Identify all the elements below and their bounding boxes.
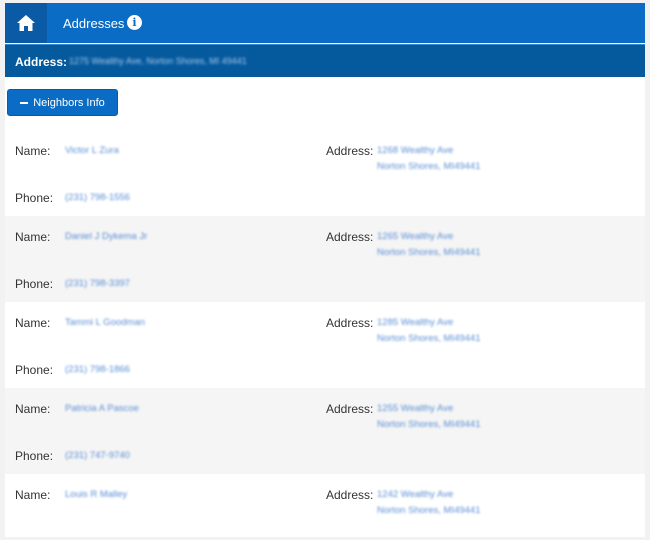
address-label: Address: bbox=[326, 144, 374, 158]
neighbor-name[interactable]: Patricia A Pascoe bbox=[65, 403, 139, 414]
neighbor-name[interactable]: Daniel J Dykema Jr bbox=[65, 231, 147, 242]
phone-label: Phone: bbox=[15, 363, 54, 377]
minus-icon bbox=[20, 101, 29, 104]
address-label: Address: bbox=[326, 488, 374, 502]
neighbor-phone[interactable]: (231) 798-3397 bbox=[65, 278, 130, 289]
neighbor-name[interactable]: Louis R Malley bbox=[65, 489, 127, 500]
phone-label: Phone: bbox=[15, 449, 54, 463]
neighbor-street[interactable]: 1285 Wealthy Ave bbox=[377, 317, 453, 328]
neighbor-phone[interactable]: (231) 798-1556 bbox=[65, 192, 130, 203]
neighbors-info-label: Neighbors Info bbox=[33, 96, 105, 109]
phone-label: Phone: bbox=[15, 277, 54, 291]
name-label: Name: bbox=[15, 230, 51, 244]
neighbor-street[interactable]: 1268 Wealthy Ave bbox=[377, 145, 453, 156]
info-icon[interactable]: i bbox=[127, 15, 142, 30]
address-label: Address: bbox=[326, 402, 374, 416]
neighbors-info-button[interactable]: Neighbors Info bbox=[7, 89, 118, 116]
neighbor-phone[interactable]: (231) 747-9740 bbox=[65, 450, 130, 461]
name-label: Name: bbox=[15, 316, 51, 330]
neighbor-row: Name: Daniel J Dykema Jr Address: 1265 W… bbox=[5, 216, 645, 302]
name-label: Name: bbox=[15, 402, 51, 416]
page-title: Addresses bbox=[63, 16, 125, 31]
home-icon bbox=[17, 15, 35, 31]
neighbor-city[interactable]: Norton Shores, MI49441 bbox=[377, 161, 481, 172]
neighbor-row: Name: Tammi L Goodman Address: 1285 Weal… bbox=[5, 302, 645, 388]
top-bar: Addresses i bbox=[5, 3, 645, 43]
app-frame: Addresses i Address: 1275 Wealthy Ave, N… bbox=[5, 3, 645, 537]
neighbor-row: Name: Louis R Malley Address: 1242 Wealt… bbox=[5, 474, 645, 537]
neighbor-name[interactable]: Tammi L Goodman bbox=[65, 317, 145, 328]
address-value: 1275 Wealthy Ave, Norton Shores, MI 4944… bbox=[69, 56, 247, 66]
neighbors-list: Name: Victor L Zura Address: 1268 Wealth… bbox=[5, 130, 645, 537]
neighbor-street[interactable]: 1265 Wealthy Ave bbox=[377, 231, 453, 242]
neighbor-row: Name: Patricia A Pascoe Address: 1255 We… bbox=[5, 388, 645, 474]
neighbor-name[interactable]: Victor L Zura bbox=[65, 145, 119, 156]
neighbor-city[interactable]: Norton Shores, MI49441 bbox=[377, 505, 481, 516]
neighbor-row: Name: Victor L Zura Address: 1268 Wealth… bbox=[5, 130, 645, 216]
address-label: Address: bbox=[326, 316, 374, 330]
neighbor-city[interactable]: Norton Shores, MI49441 bbox=[377, 247, 481, 258]
name-label: Name: bbox=[15, 488, 51, 502]
neighbor-phone[interactable]: (231) 798-1866 bbox=[65, 364, 130, 375]
neighbor-street[interactable]: 1242 Wealthy Ave bbox=[377, 489, 453, 500]
neighbor-city[interactable]: Norton Shores, MI49441 bbox=[377, 333, 481, 344]
neighbor-street[interactable]: 1255 Wealthy Ave bbox=[377, 403, 453, 414]
address-label: Address: bbox=[15, 55, 68, 69]
address-label: Address: bbox=[326, 230, 374, 244]
phone-label: Phone: bbox=[15, 191, 54, 205]
neighbor-city[interactable]: Norton Shores, MI49441 bbox=[377, 419, 481, 430]
home-button[interactable] bbox=[5, 3, 47, 43]
current-address-bar: Address: 1275 Wealthy Ave, Norton Shores… bbox=[5, 44, 645, 77]
name-label: Name: bbox=[15, 144, 51, 158]
